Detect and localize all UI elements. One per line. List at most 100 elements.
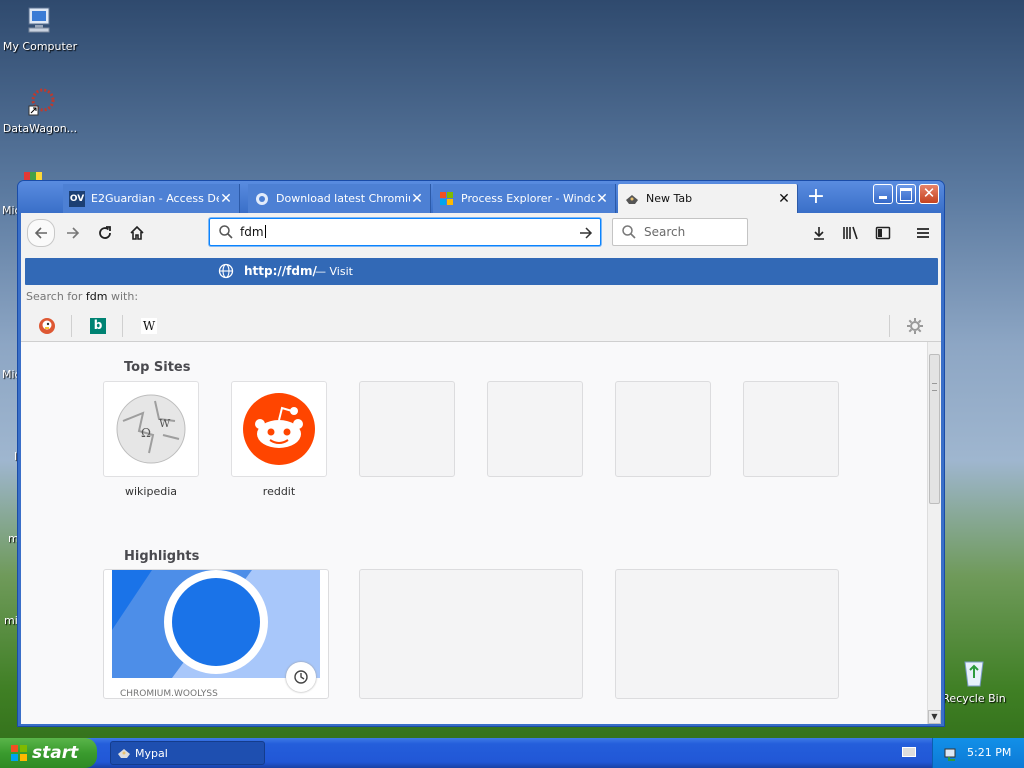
- ov-favicon-icon: OV: [69, 190, 85, 207]
- datawagon-icon: [23, 86, 57, 120]
- search-settings-button[interactable]: [905, 316, 925, 336]
- download-icon: [814, 227, 824, 240]
- keyboard-tray-icon[interactable]: [902, 747, 916, 757]
- page-scrollbar[interactable]: ▼: [927, 342, 941, 724]
- tab-title: New Tab: [646, 192, 693, 205]
- home-icon: [130, 225, 144, 240]
- site-tile-empty: [359, 381, 455, 477]
- bing-engine-button[interactable]: b: [88, 316, 108, 336]
- forward-button[interactable]: [61, 221, 85, 245]
- site-tile[interactable]: ΩW: [103, 381, 199, 477]
- desktop-partial-label[interactable]: I: [14, 450, 17, 463]
- minimize-icon: [879, 196, 887, 199]
- back-button[interactable]: [27, 219, 55, 247]
- highlight-thumbnail: [112, 570, 320, 678]
- suggestion-row[interactable]: http://fdm/ — Visit: [25, 258, 938, 285]
- search-placeholder: Search: [644, 225, 686, 239]
- system-tray: 5:21 PM: [932, 738, 1024, 768]
- url-bar[interactable]: fdm: [209, 218, 601, 246]
- mypal-favicon-icon: [624, 191, 640, 207]
- chromium-favicon-icon: [254, 191, 270, 207]
- url-suggestions-popup: http://fdm/ — Visit Search for fdm with:…: [21, 253, 941, 342]
- scroll-grip-icon: [932, 383, 937, 391]
- suggestion-url: http://fdm/: [244, 264, 317, 278]
- close-icon: ✕: [922, 184, 936, 202]
- svg-text:Ω: Ω: [141, 426, 151, 440]
- maximize-button[interactable]: [896, 184, 916, 204]
- start-button[interactable]: start: [0, 738, 97, 768]
- tab-title: Process Explorer - Window: [461, 192, 595, 205]
- highlights-title: Highlights: [124, 549, 200, 564]
- reload-button[interactable]: [93, 221, 117, 245]
- minimize-button[interactable]: [873, 184, 893, 204]
- home-button[interactable]: [125, 221, 149, 245]
- duckduckgo-engine-button[interactable]: [37, 316, 57, 336]
- svg-text:W: W: [159, 417, 171, 430]
- browser-content: fdm Search http://fdm/ — Visit Search fo…: [21, 213, 941, 724]
- search-icon: [622, 225, 636, 239]
- search-bar[interactable]: Search: [612, 218, 748, 246]
- desktop-partial-label[interactable]: mi: [4, 614, 18, 627]
- chromium-logo-icon: [112, 570, 320, 678]
- search-for-prefix: Search for: [26, 290, 83, 303]
- close-button[interactable]: ✕: [919, 184, 939, 204]
- duckduckgo-icon: [39, 318, 55, 334]
- sidebar-button[interactable]: [871, 221, 895, 245]
- highlight-card-empty: [359, 569, 583, 699]
- library-button[interactable]: [839, 221, 863, 245]
- forward-arrow-icon: [67, 227, 80, 239]
- engine-separator: [71, 315, 72, 337]
- tab-new-tab[interactable]: New Tab ✕: [618, 184, 798, 213]
- top-site-empty: [359, 381, 455, 477]
- mypal-icon: [118, 749, 130, 758]
- new-tab-button[interactable]: +: [804, 186, 828, 209]
- recycle-bin-icon: [957, 656, 991, 690]
- reload-icon: [99, 226, 111, 239]
- gear-icon: [907, 318, 923, 334]
- downloads-button[interactable]: [807, 221, 831, 245]
- wikipedia-engine-button[interactable]: W: [139, 316, 159, 336]
- engine-separator: [122, 315, 123, 337]
- top-site-reddit[interactable]: reddit: [231, 381, 327, 498]
- tab-close-icon[interactable]: ✕: [595, 192, 609, 206]
- desktop-icon-label: DataWagon...: [2, 122, 78, 135]
- desktop-icon-label: Recycle Bin: [942, 692, 1006, 705]
- desktop-icon-recycle-bin[interactable]: Recycle Bin: [934, 656, 1014, 705]
- start-label: start: [32, 743, 79, 763]
- wikipedia-globe-icon: ΩW: [116, 394, 186, 464]
- scrollbar-thumb[interactable]: [929, 354, 940, 504]
- engine-separator: [889, 315, 890, 337]
- clock[interactable]: 5:21 PM: [967, 746, 1011, 759]
- site-tile[interactable]: [231, 381, 327, 477]
- menu-button[interactable]: [911, 221, 935, 245]
- network-tray-icon: [944, 748, 956, 761]
- tab-close-icon[interactable]: ✕: [219, 192, 233, 206]
- search-engine-list: b W: [21, 311, 941, 341]
- back-arrow-icon: [34, 227, 47, 239]
- highlight-card-chromium[interactable]: CHROMIUM.WOOLYSS: [103, 569, 329, 699]
- site-tile-empty: [743, 381, 839, 477]
- desktop-icon-my-computer[interactable]: My Computer: [0, 4, 80, 53]
- search-for-suffix: with:: [111, 290, 139, 303]
- top-sites-title: Top Sites: [124, 360, 191, 375]
- scroll-down-button[interactable]: ▼: [928, 710, 941, 724]
- suggestion-action: — Visit: [315, 265, 353, 278]
- browser-window: OV E2Guardian - Access Deni ✕ Download l…: [18, 181, 944, 726]
- tab-title: Download latest Chromium: [276, 192, 410, 205]
- go-arrow-icon: [580, 227, 593, 239]
- tab-close-icon[interactable]: ✕: [410, 192, 424, 206]
- wikipedia-icon: W: [141, 318, 157, 334]
- tab-chromium[interactable]: Download latest Chromium ✕: [248, 184, 431, 213]
- desktop-icon-datawagon[interactable]: DataWagon...: [0, 86, 80, 135]
- site-label: reddit: [262, 485, 296, 498]
- tab-process-explorer[interactable]: Process Explorer - Window ✕: [433, 184, 616, 213]
- url-input[interactable]: fdm: [240, 225, 266, 239]
- top-site-wikipedia[interactable]: ΩW wikipedia: [103, 381, 199, 498]
- search-for-term: fdm: [85, 290, 108, 303]
- history-icon: [286, 662, 316, 692]
- taskbar-item-mypal[interactable]: Mypal: [110, 741, 265, 765]
- tab-close-icon[interactable]: ✕: [777, 192, 791, 206]
- search-for-label: Search for fdm with:: [26, 290, 138, 303]
- tab-e2guardian[interactable]: OV E2Guardian - Access Deni ✕: [63, 184, 240, 213]
- bing-icon: b: [90, 318, 106, 334]
